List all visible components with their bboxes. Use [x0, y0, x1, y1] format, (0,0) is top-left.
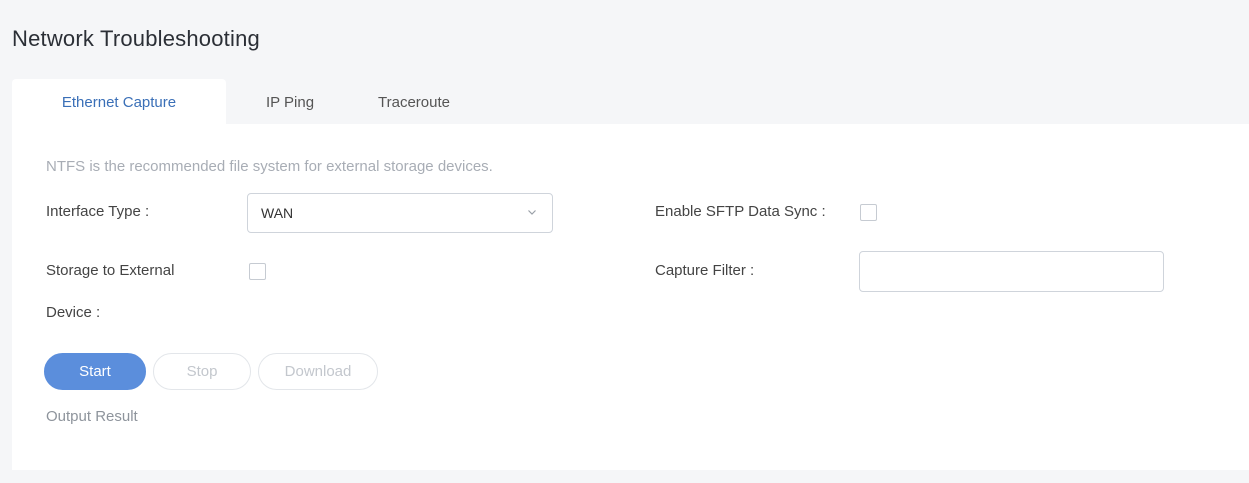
interface-type-select[interactable]: WAN	[247, 193, 553, 233]
storage-external-label: Storage to External	[46, 262, 175, 279]
download-button[interactable]: Download	[258, 353, 378, 390]
start-button[interactable]: Start	[44, 353, 146, 390]
storage-external-checkbox[interactable]	[249, 263, 266, 280]
interface-type-label: Interface Type :	[46, 203, 150, 220]
output-result-label: Output Result	[46, 408, 138, 425]
tab-bar: Ethernet Capture IP Ping Traceroute	[12, 79, 474, 125]
sftp-sync-label: Enable SFTP Data Sync :	[655, 203, 826, 220]
capture-filter-input[interactable]	[859, 251, 1164, 292]
page: Network Troubleshooting Ethernet Capture…	[0, 0, 1249, 483]
tab-ip-ping[interactable]: IP Ping	[226, 79, 354, 125]
chevron-down-icon	[528, 210, 536, 215]
page-title: Network Troubleshooting	[12, 26, 260, 51]
capture-filter-label: Capture Filter :	[655, 262, 755, 279]
interface-type-value: WAN	[261, 205, 294, 221]
tab-ethernet-capture[interactable]: Ethernet Capture	[12, 79, 226, 125]
tab-traceroute[interactable]: Traceroute	[354, 79, 474, 125]
sftp-sync-checkbox[interactable]	[860, 204, 877, 221]
ethernet-capture-panel: NTFS is the recommended file system for …	[12, 124, 1249, 470]
stop-button[interactable]: Stop	[153, 353, 251, 390]
storage-hint-text: NTFS is the recommended file system for …	[46, 158, 493, 175]
storage-external-label-cont: Device :	[46, 304, 101, 321]
